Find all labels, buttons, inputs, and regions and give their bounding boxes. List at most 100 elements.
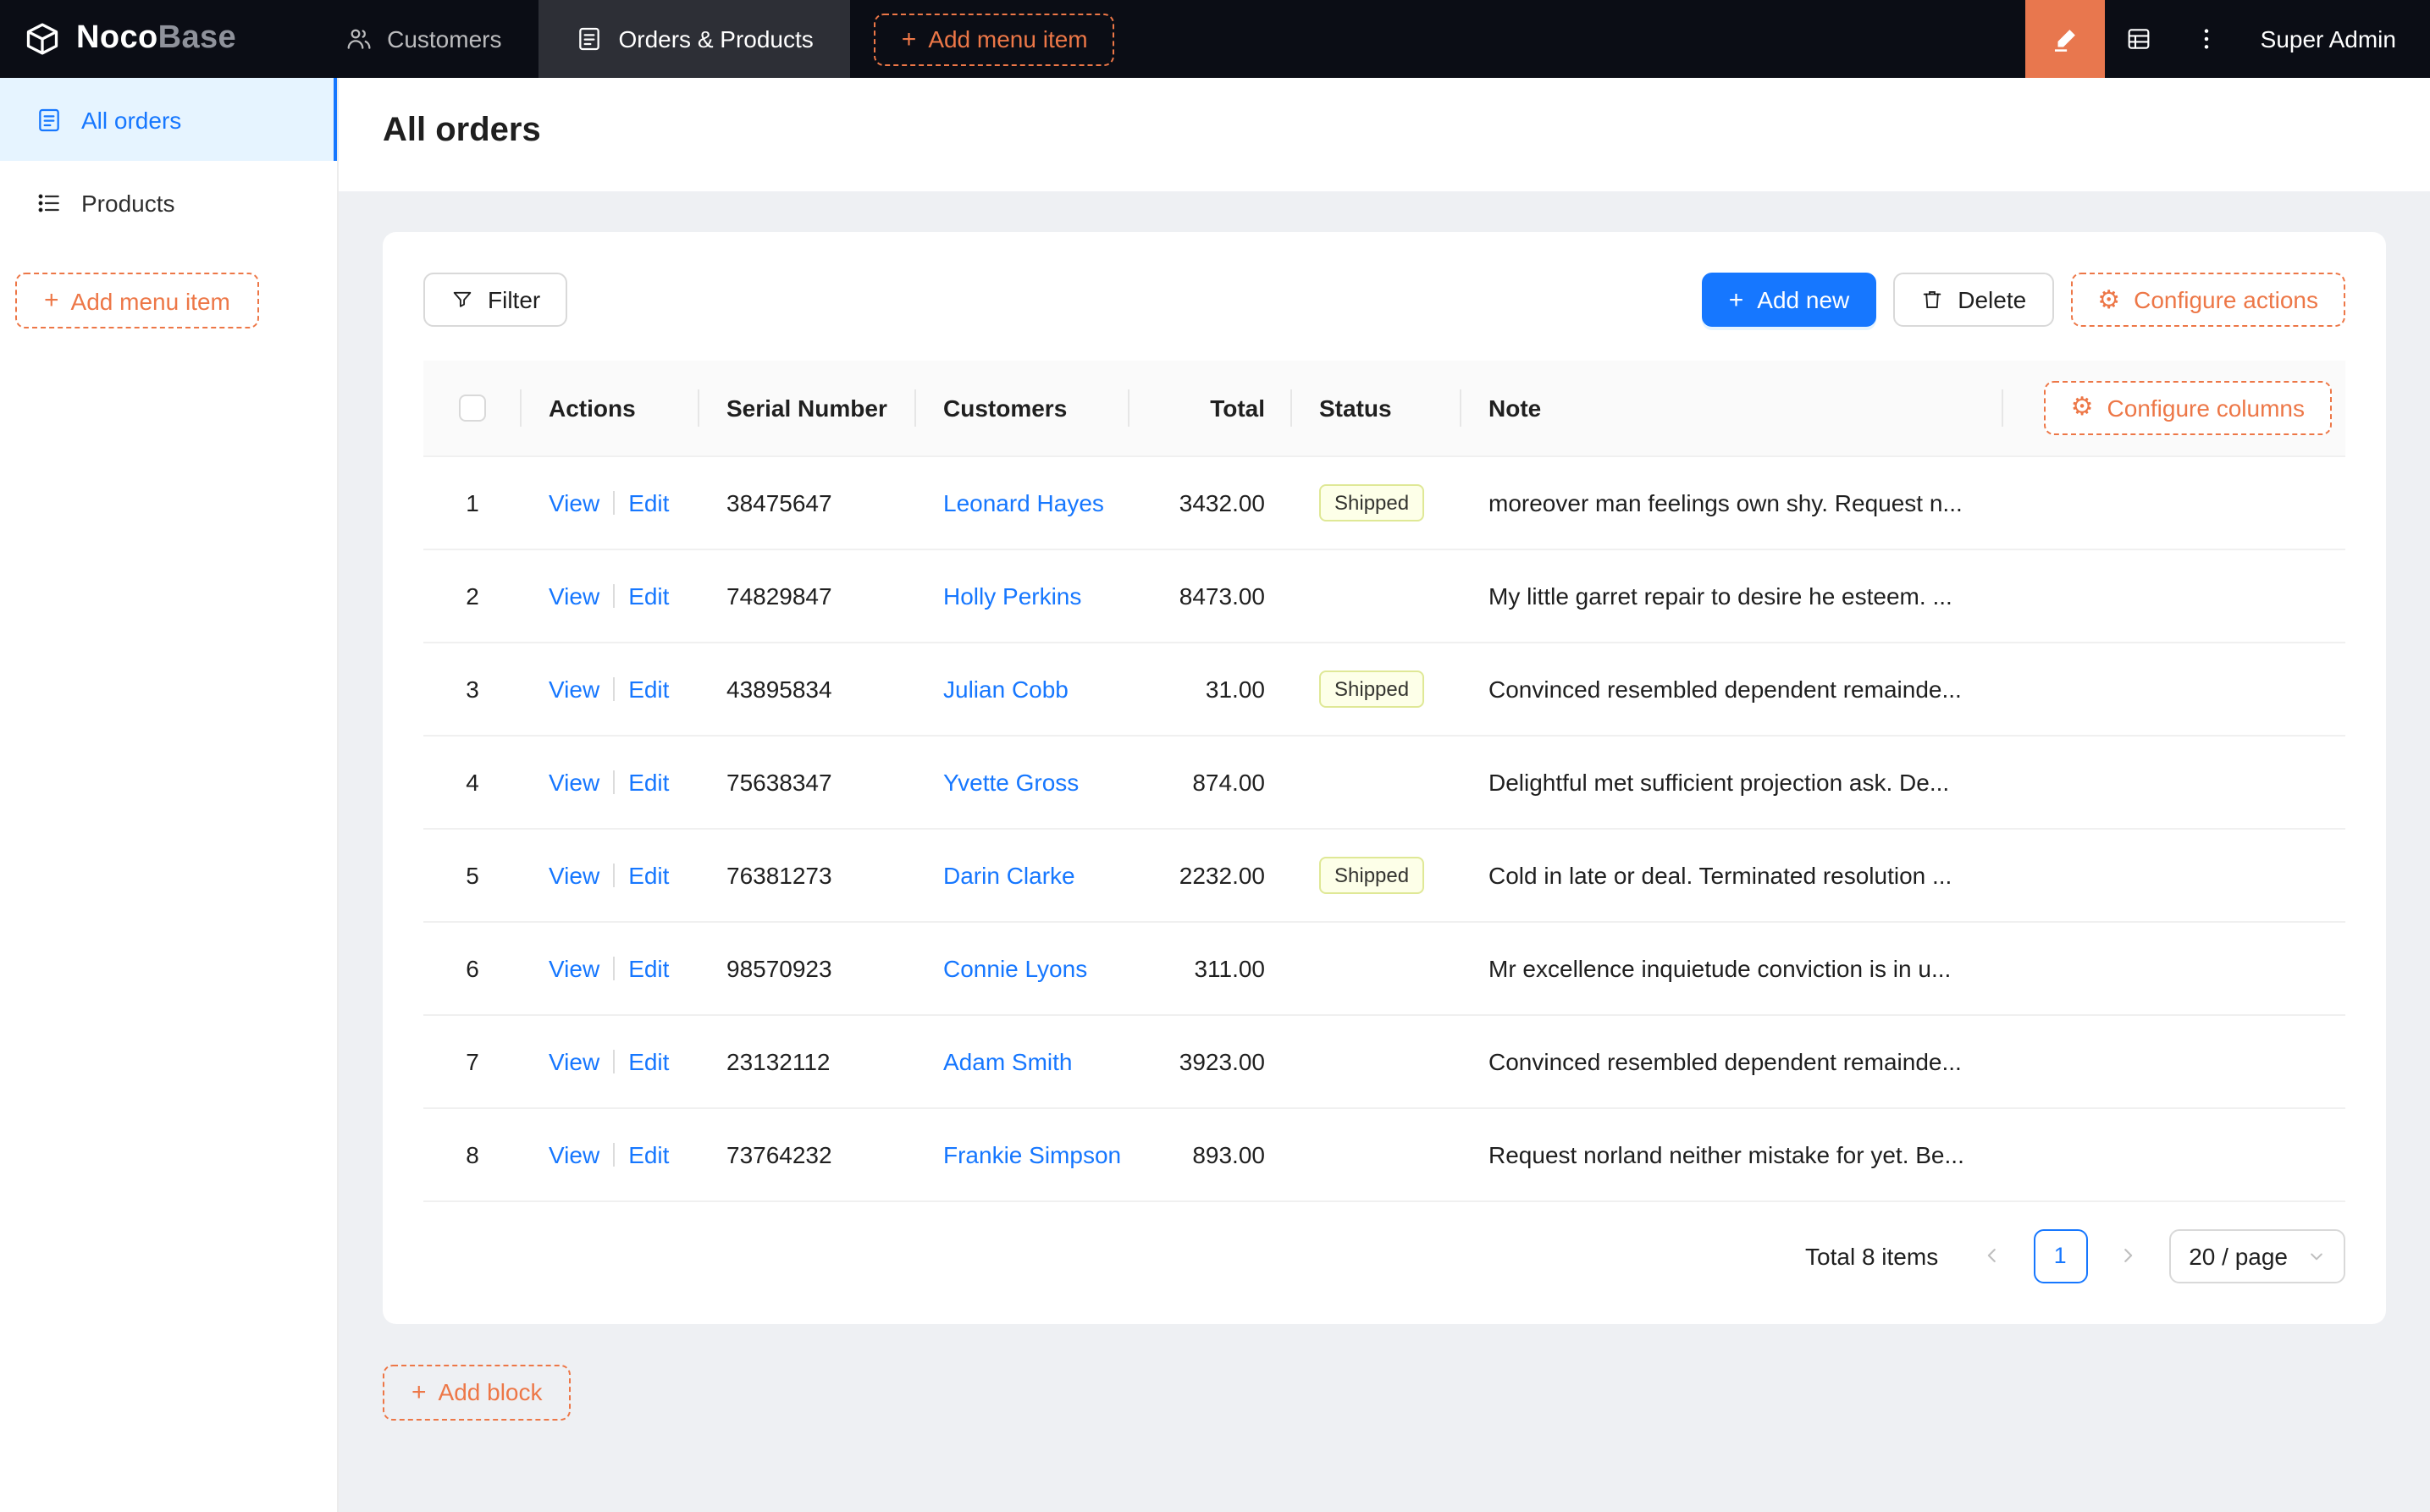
view-link[interactable]: View (549, 675, 599, 702)
logo[interactable]: NocoBase (0, 0, 267, 78)
more-menu-button[interactable] (2173, 0, 2240, 78)
header-add-menu-item-label: Add menu item (928, 25, 1088, 52)
divider (613, 1142, 616, 1166)
edit-link[interactable]: Edit (628, 768, 669, 795)
divider (613, 770, 616, 793)
table-row: 1 View Edit 38475647 Leonard Hayes 3432.0… (423, 455, 2345, 549)
table-row: 3 View Edit 43895834 Julian Cobb 31.00 Sh… (423, 642, 2345, 736)
view-link[interactable]: View (549, 488, 599, 516)
nocobase-logo-icon (24, 20, 61, 58)
ui-editor-button[interactable] (2024, 0, 2105, 78)
view-link[interactable]: View (549, 954, 599, 981)
customer-link[interactable]: Yvette Gross (943, 768, 1079, 795)
customer-cell: Connie Lyons (916, 921, 1129, 1015)
view-link[interactable]: View (549, 1140, 599, 1167)
pagination-next-button[interactable] (2101, 1228, 2155, 1283)
nav-item-orders-products[interactable]: Orders & Products (538, 0, 851, 78)
add-block-button[interactable]: + Add block (383, 1364, 572, 1420)
table-row: 8 View Edit 73764232 Frankie Simpson 893.… (423, 1107, 2345, 1201)
total-cell: 311.00 (1129, 921, 1292, 1015)
page-size-select[interactable]: 20 / page (2168, 1228, 2345, 1283)
edit-link[interactable]: Edit (628, 488, 669, 516)
sidebar-item-label: All orders (81, 106, 182, 133)
edit-link[interactable]: Edit (628, 1047, 669, 1074)
table-header-row: Actions Serial Number Customers Total St… (423, 361, 2345, 456)
sidebar-add-menu-item-button[interactable]: + Add menu item (15, 273, 259, 328)
select-all-checkbox[interactable] (459, 395, 486, 422)
plus-icon: + (411, 1377, 427, 1406)
status-cell (1292, 921, 1461, 1015)
chevron-left-icon (1983, 1246, 2002, 1265)
collections-icon-button[interactable] (2105, 0, 2173, 78)
gear-icon: ⚙ (2097, 285, 2121, 314)
note-cell: Convinced resembled dependent remainde..… (1461, 642, 2003, 736)
header-add-menu-item-button[interactable]: + Add menu item (874, 13, 1115, 65)
status-cell (1292, 1014, 1461, 1108)
edit-link[interactable]: Edit (628, 1140, 669, 1167)
pagination-prev-button[interactable] (1965, 1228, 2019, 1283)
customer-cell: Adam Smith (916, 1014, 1129, 1108)
note-cell: Mr excellence inquietude conviction is i… (1461, 921, 2003, 1015)
filter-button[interactable]: Filter (423, 273, 568, 327)
row-index: 1 (423, 455, 522, 549)
edit-link[interactable]: Edit (628, 582, 669, 609)
edit-link[interactable]: Edit (628, 954, 669, 981)
table-row: 6 View Edit 98570923 Connie Lyons 311.00 … (423, 921, 2345, 1015)
sidebar: All orders Products + Add menu item (0, 78, 339, 1512)
view-link[interactable]: View (549, 768, 599, 795)
customer-link[interactable]: Julian Cobb (943, 675, 1069, 702)
customer-link[interactable]: Frankie Simpson (943, 1140, 1121, 1167)
customer-link[interactable]: Leonard Hayes (943, 488, 1104, 516)
logo-text-bold: Noco (76, 20, 158, 56)
customer-link[interactable]: Connie Lyons (943, 954, 1087, 981)
edit-link[interactable]: Edit (628, 861, 669, 888)
view-link[interactable]: View (549, 582, 599, 609)
serial-number-cell: 73764232 (699, 1107, 916, 1201)
sidebar-item-label: Products (81, 189, 175, 216)
gear-icon: ⚙ (2070, 393, 2094, 422)
user-menu[interactable]: Super Admin (2240, 0, 2430, 78)
edit-link[interactable]: Edit (628, 675, 669, 702)
status-badge: Shipped (1319, 670, 1425, 707)
total-cell: 2232.00 (1129, 828, 1292, 922)
chevron-down-icon (2308, 1247, 2325, 1264)
view-link[interactable]: View (549, 1047, 599, 1074)
add-block-label: Add block (438, 1378, 543, 1405)
configure-actions-button[interactable]: ⚙ Configure actions (2070, 273, 2345, 327)
configure-columns-button[interactable]: ⚙ Configure columns (2043, 380, 2332, 435)
total-cell: 31.00 (1129, 642, 1292, 736)
column-header-actions: Actions (522, 361, 699, 456)
customer-link[interactable]: Holly Perkins (943, 582, 1081, 609)
app: NocoBase Customers Orders & Products + A… (0, 0, 2430, 1512)
add-new-button[interactable]: + Add new (1701, 273, 1877, 327)
nav-item-customers[interactable]: Customers (307, 0, 538, 78)
select-all-cell (423, 361, 522, 456)
row-actions-cell: View Edit (522, 1014, 699, 1108)
customer-link[interactable]: Darin Clarke (943, 861, 1075, 888)
body: All orders Products + Add menu item All … (0, 78, 2430, 1512)
serial-number-cell: 98570923 (699, 921, 916, 1015)
table-toolbar: Filter + Add new Delete ⚙ Configure acti… (423, 273, 2345, 327)
customer-link[interactable]: Adam Smith (943, 1047, 1073, 1074)
filter-icon (450, 288, 474, 312)
empty-cell (2003, 455, 2345, 549)
header-right: Super Admin (2024, 0, 2430, 78)
serial-number-cell: 23132112 (699, 1014, 916, 1108)
delete-button[interactable]: Delete (1893, 273, 2054, 327)
note-cell: Cold in late or deal. Terminated resolut… (1461, 828, 2003, 922)
table-row: 2 View Edit 74829847 Holly Perkins 8473.0… (423, 549, 2345, 643)
form-icon (576, 25, 603, 52)
row-actions-cell: View Edit (522, 921, 699, 1015)
divider (613, 490, 616, 514)
row-index: 4 (423, 735, 522, 829)
row-actions-cell: View Edit (522, 549, 699, 643)
toolbar-right: + Add new Delete ⚙ Configure actions (1701, 273, 2345, 327)
empty-cell (2003, 549, 2345, 643)
people-icon (345, 25, 372, 52)
table-row: 7 View Edit 23132112 Adam Smith 3923.00 C… (423, 1014, 2345, 1108)
pagination-page-1[interactable]: 1 (2033, 1228, 2088, 1283)
sidebar-item-products[interactable]: Products (0, 161, 337, 244)
view-link[interactable]: View (549, 861, 599, 888)
logo-text: NocoBase (76, 20, 236, 58)
sidebar-item-all-orders[interactable]: All orders (0, 78, 337, 161)
